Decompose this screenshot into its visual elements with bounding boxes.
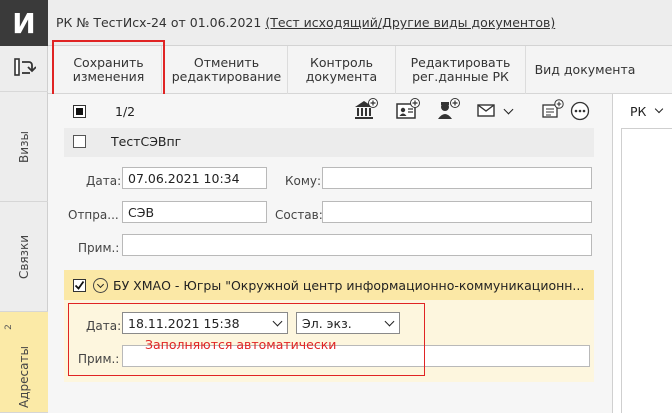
refresh-doc-icon [12, 56, 37, 81]
right-panel-dropdown-button[interactable] [652, 104, 666, 118]
recipient1-note-label: Прим.: [78, 241, 120, 255]
contact-card-add-button[interactable] [394, 97, 422, 125]
recipient1-sent-label: Отпра... [68, 208, 119, 222]
cancel-label-2: редактирование [171, 69, 282, 84]
envelope-button[interactable] [474, 100, 500, 122]
contact-card-add-icon [395, 97, 421, 125]
recipient1-checkbox[interactable] [73, 135, 86, 148]
tab-svyazki[interactable]: Связки [0, 202, 48, 312]
recipient1-to-label: Кому: [285, 174, 322, 188]
title-text: РК № ТестИсх-24 от 01.06.2021 [56, 15, 262, 30]
comment-add-button[interactable] [540, 98, 566, 124]
right-panel-content [621, 128, 672, 413]
edit-reg-data-button[interactable]: Редактировать рег.данные РК [396, 46, 526, 94]
recipient1-date-label: Дата: [86, 174, 122, 188]
comment-add-icon [541, 98, 565, 124]
person-add-button[interactable] [434, 97, 462, 125]
title-link[interactable]: (Тест исходящий/Другие виды документов) [265, 15, 555, 30]
recipient2-checkbox[interactable] [73, 279, 86, 292]
save-highlight-frame [52, 40, 165, 97]
tab-svyazki-label: Связки [16, 234, 31, 279]
right-panel-label: РК [630, 104, 647, 119]
institution-add-button[interactable] [352, 97, 380, 125]
recipient1-composition-label: Состав: [275, 208, 323, 222]
app-logo: И [0, 0, 48, 46]
tab-adresaty-badge: 2 [3, 324, 14, 330]
right-panel [612, 94, 672, 413]
edit-reg-label-2: рег.данные РК [412, 69, 509, 84]
recipient1-composition-field[interactable] [322, 201, 592, 223]
person-add-icon [435, 97, 461, 125]
recipient2-expand-button[interactable] [93, 278, 108, 293]
institution-add-icon [353, 97, 379, 125]
doctype-label: Вид документа [534, 62, 636, 77]
recipient1-name: ТестСЭВпг [111, 134, 182, 149]
recipient1-to-field[interactable] [322, 167, 592, 189]
logo-letter: И [12, 6, 36, 40]
tab-vizy[interactable]: Визы [0, 92, 48, 202]
refresh-doc-button[interactable] [0, 46, 48, 92]
control-label-1: Контроль [310, 55, 373, 70]
envelope-dropdown-button[interactable] [500, 102, 516, 120]
page-counter: 1/2 [115, 104, 136, 119]
document-type-button[interactable]: Вид документа [526, 46, 644, 94]
recipient1-note-field[interactable] [122, 234, 592, 256]
recipient2-name: БУ ХМАО - Югры "Окружной центр информаци… [113, 278, 583, 293]
select-all-checkbox[interactable] [73, 105, 86, 118]
tab-vizy-label: Визы [16, 130, 31, 163]
document-control-button[interactable]: Контроль документа [288, 46, 396, 94]
tab-adresaty-label: Адресаты [17, 346, 32, 408]
recipient1-date-field[interactable]: 07.06.2021 10:34 [122, 167, 267, 189]
recipient1-sent-field[interactable]: СЭВ [122, 201, 267, 223]
edit-reg-label-1: Редактировать [410, 55, 511, 70]
auto-fill-highlight-frame [68, 303, 425, 376]
chevron-down-icon [503, 104, 513, 114]
chevron-down-icon [654, 104, 664, 114]
control-label-2: документа [305, 69, 378, 84]
more-button[interactable] [569, 101, 591, 123]
chevron-circle-icon [96, 280, 105, 288]
cancel-label-1: Отменить [193, 55, 260, 70]
more-icon [570, 101, 590, 124]
envelope-icon [476, 101, 498, 122]
cancel-edit-button[interactable]: Отменить редактирование [166, 46, 288, 94]
